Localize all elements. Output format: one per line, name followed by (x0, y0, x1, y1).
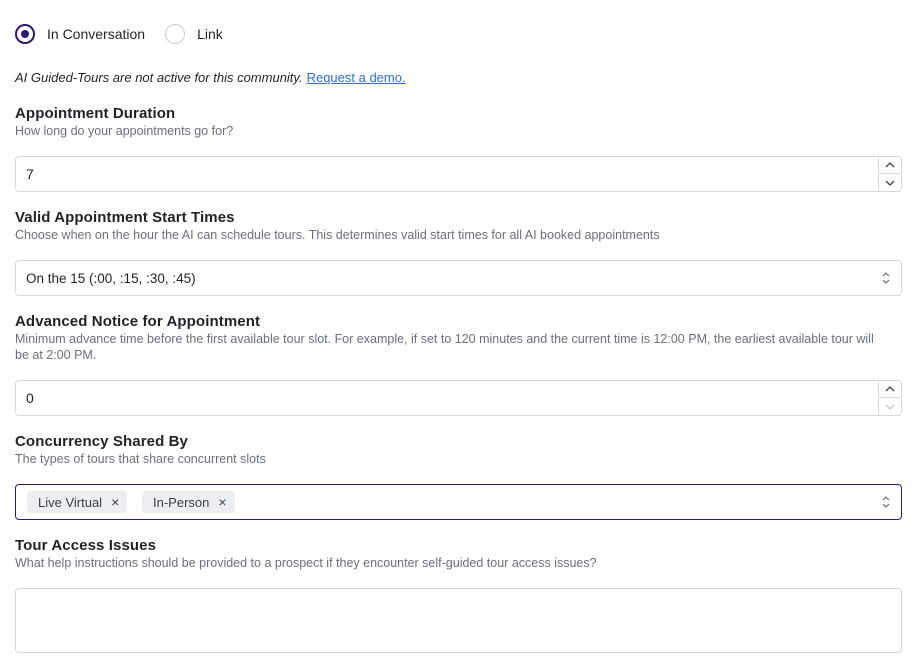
duration-stepper (878, 157, 901, 191)
start-times-select[interactable]: On the 15 (:00, :15, :30, :45) (15, 260, 902, 296)
access-issues-title: Tour Access Issues (15, 537, 157, 554)
close-icon[interactable]: × (218, 494, 226, 510)
chip-live-virtual: Live Virtual × (27, 491, 128, 513)
radio-option-link[interactable]: Link (165, 24, 223, 44)
radio-link[interactable] (165, 24, 186, 44)
access-issues-description: What help instructions should be provide… (15, 556, 597, 570)
close-icon[interactable]: × (111, 494, 119, 510)
concurrency-multiselect[interactable]: Live Virtual × In-Person × (15, 484, 902, 520)
chip-in-person: In-Person × (142, 491, 235, 513)
access-issues-textarea[interactable] (15, 588, 902, 653)
select-arrows-icon (881, 270, 891, 286)
select-arrows-icon[interactable] (881, 494, 891, 510)
advance-notice-input[interactable]: 0 (15, 380, 902, 416)
start-times-title: Valid Appointment Start Times (15, 209, 235, 226)
radio-in-conversation[interactable] (15, 24, 35, 44)
duration-title: Appointment Duration (15, 105, 176, 122)
chevron-down-icon[interactable] (879, 398, 901, 415)
booking-mode-radio-group: In Conversation Link (15, 23, 223, 45)
duration-input[interactable]: 7 (15, 156, 902, 192)
start-times-description: Choose when on the hour the AI can sched… (15, 228, 660, 242)
duration-value: 7 (26, 166, 34, 182)
concurrency-description: The types of tours that share concurrent… (15, 452, 266, 466)
duration-description: How long do your appointments go for? (15, 124, 234, 138)
request-demo-link[interactable]: Request a demo. (307, 70, 406, 85)
chip-label: Live Virtual (38, 494, 103, 510)
radio-label-in-conversation: In Conversation (47, 26, 146, 42)
notice-text: AI Guided-Tours are not active for this … (15, 70, 303, 85)
radio-option-in-conversation[interactable]: In Conversation (15, 24, 145, 44)
radio-label-link: Link (197, 26, 223, 42)
advance-notice-title: Advanced Notice for Appointment (15, 313, 261, 330)
chevron-up-icon[interactable] (879, 381, 901, 398)
start-times-value: On the 15 (:00, :15, :30, :45) (26, 271, 196, 286)
ai-tours-notice: AI Guided-Tours are not active for this … (15, 70, 406, 85)
advance-notice-value: 0 (26, 390, 34, 406)
advance-notice-description: Minimum advance time before the first av… (15, 332, 874, 362)
concurrency-title: Concurrency Shared By (15, 433, 188, 450)
chevron-up-icon[interactable] (879, 157, 901, 174)
advance-notice-stepper (878, 381, 901, 415)
chip-label: In-Person (153, 494, 210, 510)
chevron-down-icon[interactable] (879, 174, 901, 191)
